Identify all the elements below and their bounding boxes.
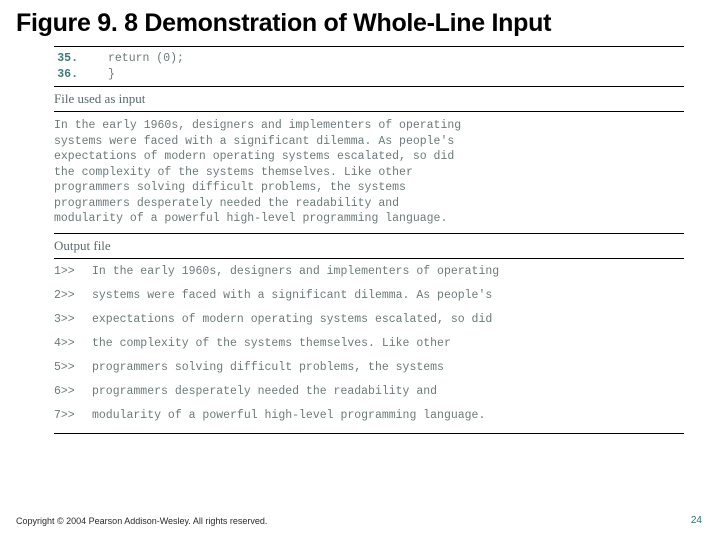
line-number: 36. bbox=[54, 67, 78, 83]
output-row: 2>> systems were faced with a significan… bbox=[54, 289, 684, 302]
output-row: 6>> programmers desperately needed the r… bbox=[54, 385, 684, 398]
line-number: 35. bbox=[54, 51, 78, 67]
code-text: return (0); bbox=[108, 51, 184, 67]
input-line: programmers solving difficult problems, … bbox=[54, 180, 684, 196]
output-section-label: Output file bbox=[54, 234, 684, 258]
output-text: modularity of a powerful high-level prog… bbox=[92, 409, 485, 422]
input-line: expectations of modern operating systems… bbox=[54, 149, 684, 165]
input-line: systems were faced with a significant di… bbox=[54, 134, 684, 150]
output-tag: 5>> bbox=[54, 361, 92, 374]
output-row: 5>> programmers solving difficult proble… bbox=[54, 361, 684, 374]
input-line: In the early 1960s, designers and implem… bbox=[54, 118, 684, 134]
output-row: 7>> modularity of a powerful high-level … bbox=[54, 409, 684, 422]
output-tag: 1>> bbox=[54, 265, 92, 278]
input-section-label: File used as input bbox=[54, 87, 684, 111]
output-tag: 3>> bbox=[54, 313, 92, 326]
output-text: In the early 1960s, designers and implem… bbox=[92, 265, 499, 278]
code-row: 35. return (0); bbox=[54, 51, 684, 67]
page-number: 24 bbox=[691, 515, 702, 526]
input-line: modularity of a powerful high-level prog… bbox=[54, 211, 684, 227]
output-tag: 2>> bbox=[54, 289, 92, 302]
output-tag: 4>> bbox=[54, 337, 92, 350]
output-text-block: 1>> In the early 1960s, designers and im… bbox=[54, 259, 684, 422]
output-tag: 7>> bbox=[54, 409, 92, 422]
output-text: expectations of modern operating systems… bbox=[92, 313, 492, 326]
output-row: 1>> In the early 1960s, designers and im… bbox=[54, 265, 684, 278]
output-row: 3>> expectations of modern operating sys… bbox=[54, 313, 684, 326]
figure-title: Figure 9. 8 Demonstration of Whole-Line … bbox=[16, 8, 704, 38]
rule-bottom bbox=[54, 433, 684, 434]
input-line: the complexity of the systems themselves… bbox=[54, 165, 684, 181]
output-text: the complexity of the systems themselves… bbox=[92, 337, 451, 350]
input-line: programmers desperately needed the reada… bbox=[54, 196, 684, 212]
output-tag: 6>> bbox=[54, 385, 92, 398]
output-row: 4>> the complexity of the systems themse… bbox=[54, 337, 684, 350]
output-text: systems were faced with a significant di… bbox=[92, 289, 492, 302]
copyright-footer: Copyright © 2004 Pearson Addison-Wesley.… bbox=[16, 516, 267, 526]
input-text-block: In the early 1960s, designers and implem… bbox=[54, 112, 684, 233]
output-text: programmers desperately needed the reada… bbox=[92, 385, 437, 398]
slide: Figure 9. 8 Demonstration of Whole-Line … bbox=[0, 0, 720, 540]
code-text: } bbox=[108, 67, 115, 83]
code-block: 35. return (0); 36. } bbox=[54, 47, 684, 86]
figure-frame: 35. return (0); 36. } File used as input… bbox=[54, 46, 684, 434]
code-row: 36. } bbox=[54, 67, 684, 83]
output-text: programmers solving difficult problems, … bbox=[92, 361, 444, 374]
